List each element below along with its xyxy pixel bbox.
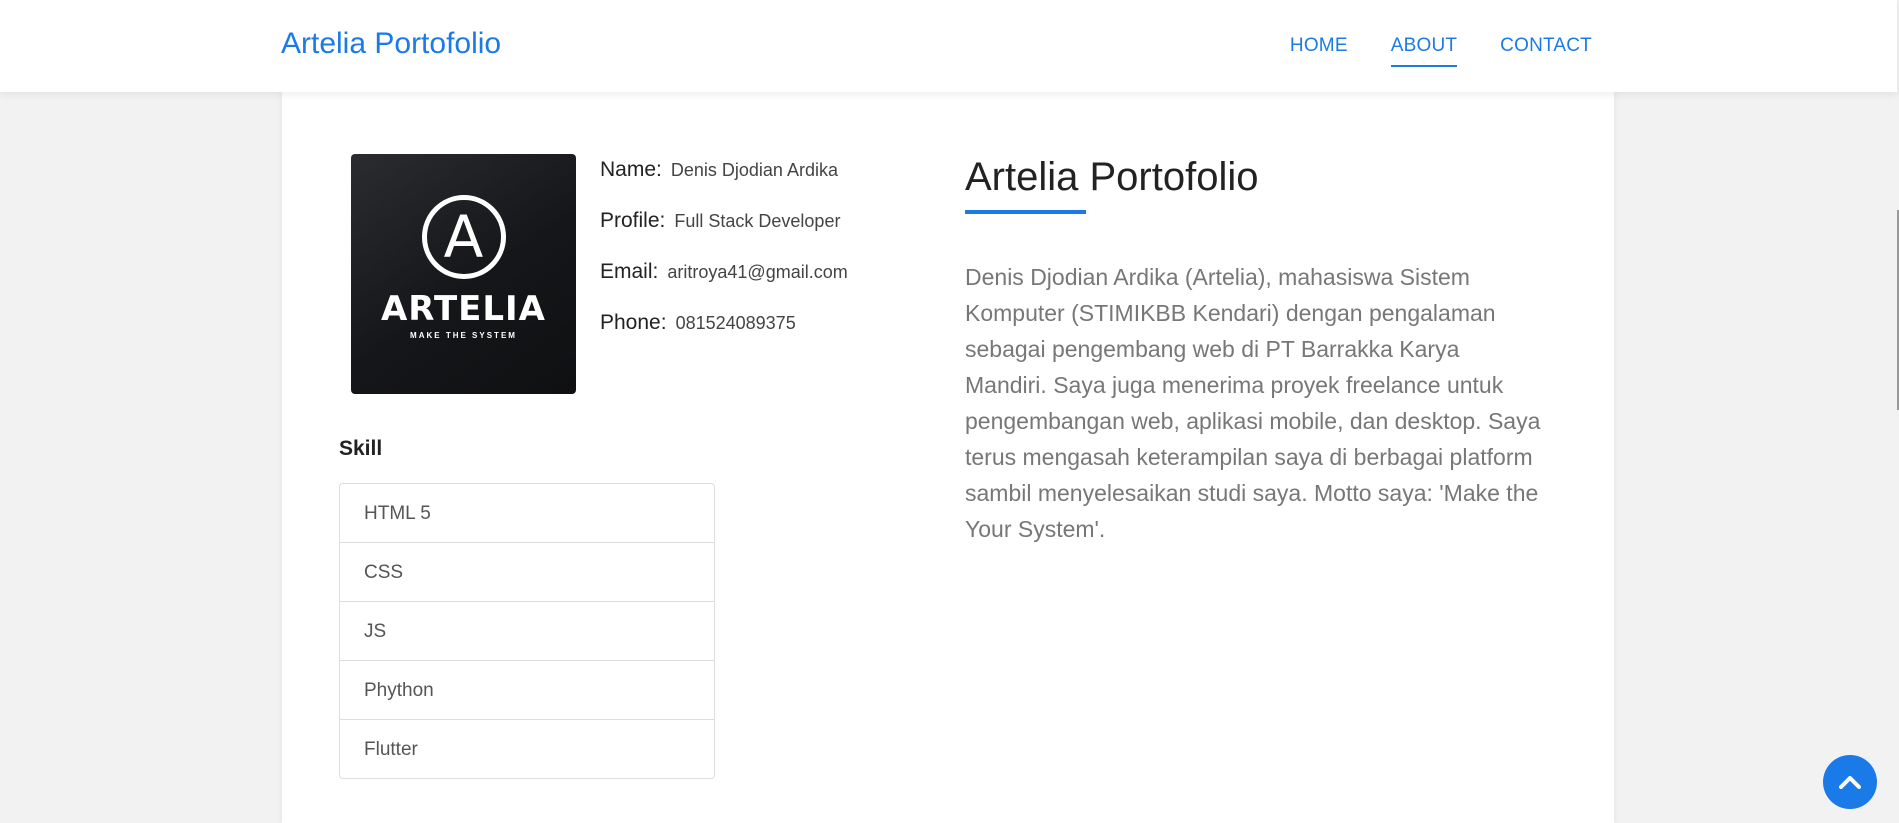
nav-home[interactable]: HOME — [1290, 35, 1348, 57]
list-item: Phython — [340, 661, 714, 720]
chevron-up-icon — [1839, 776, 1861, 789]
skill-list: HTML 5 CSS JS Phython Flutter — [339, 483, 715, 779]
info-label: Name: — [600, 158, 662, 181]
skill-title: Skill — [339, 437, 383, 460]
profile-avatar: A ARTELIA MAKE THE SYSTEM — [351, 154, 576, 394]
nav-about[interactable]: ABOUT — [1390, 35, 1458, 67]
logo-word: ARTELIA — [380, 288, 546, 329]
info-email: Email: aritroya41@gmail.com — [600, 260, 848, 311]
list-item: HTML 5 — [340, 484, 714, 543]
info-value: 081524089375 — [675, 313, 796, 333]
back-to-top-button[interactable] — [1823, 755, 1877, 809]
nav-contact[interactable]: CONTACT — [1500, 35, 1592, 57]
logo-tagline: MAKE THE SYSTEM — [410, 330, 517, 340]
info-value: Denis Djodian Ardika — [670, 160, 838, 180]
list-item: Flutter — [364, 739, 418, 760]
info-value: aritroya41@gmail.com — [667, 262, 848, 282]
info-profile: Profile: Full Stack Developer — [600, 209, 848, 260]
list-item: CSS — [340, 543, 714, 602]
about-title: Artelia Portofolio — [965, 155, 1259, 199]
main-nav: HOME ABOUT CONTACT — [1290, 35, 1592, 67]
title-underline — [965, 210, 1086, 214]
list-item: JS — [340, 602, 714, 661]
info-label: Email: — [600, 260, 659, 283]
info-value: Full Stack Developer — [674, 211, 841, 231]
navbar: Artelia Portofolio HOME ABOUT CONTACT — [0, 0, 1897, 92]
about-description: Denis Djodian Ardika (Artelia), mahasisw… — [965, 264, 1541, 542]
info-name: Name: Denis Djodian Ardika — [600, 158, 848, 209]
info-label: Profile: — [600, 209, 666, 232]
artelia-logo-icon: A — [421, 194, 506, 279]
profile-info: Name: Denis Djodian Ardika Profile: Full… — [600, 158, 848, 362]
brand-logo[interactable]: Artelia Portofolio — [281, 27, 501, 61]
info-label: Phone: — [600, 311, 667, 334]
info-phone: Phone: 081524089375 — [600, 311, 848, 362]
